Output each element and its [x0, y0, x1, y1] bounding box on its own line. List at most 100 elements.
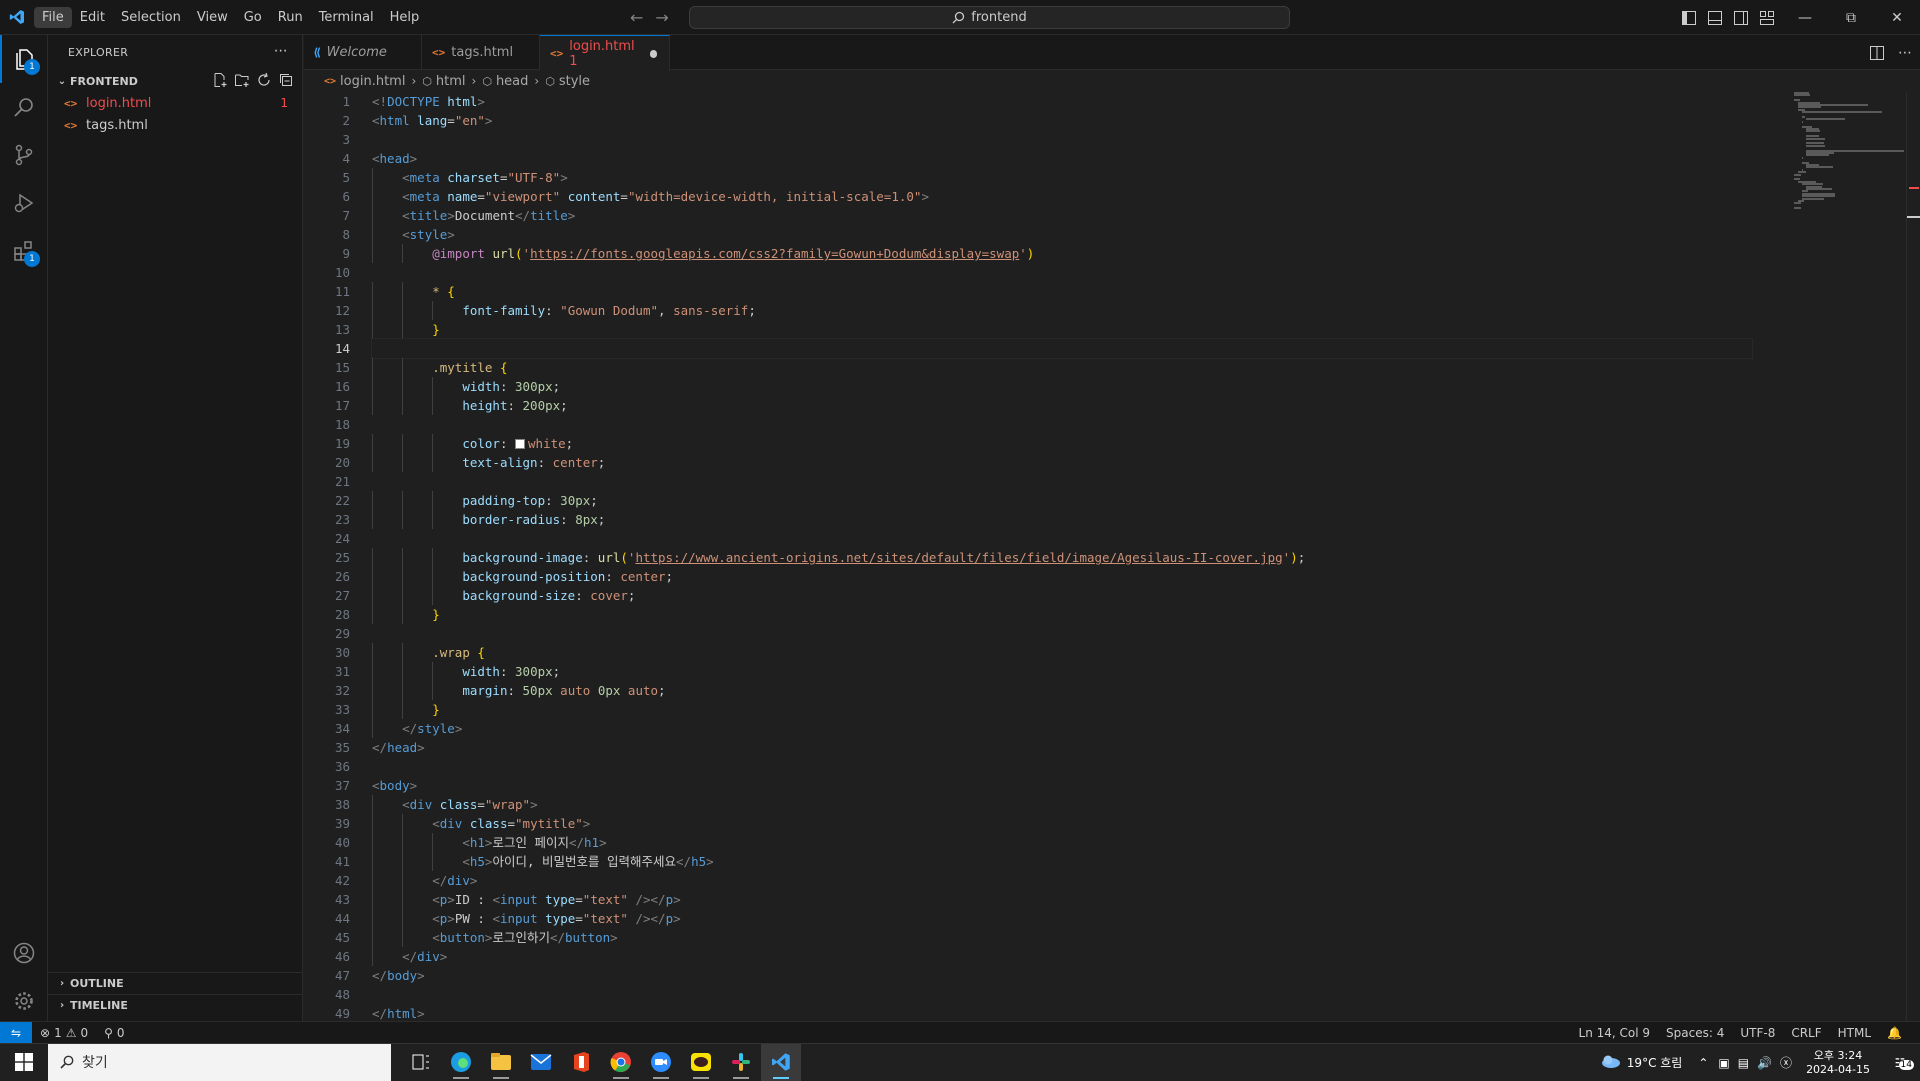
code-line[interactable]: * { [372, 282, 1772, 301]
split-editor-icon[interactable] [1870, 45, 1884, 60]
code-line[interactable]: <button>로그인하기</button> [372, 928, 1772, 947]
menu-selection[interactable]: Selection [113, 7, 189, 28]
remote-indicator-icon[interactable]: ⇋ [0, 1021, 32, 1044]
clock[interactable]: 오후 3:24 2024-04-15 [1806, 1049, 1870, 1077]
code-line[interactable] [372, 130, 1772, 149]
input-method-icon[interactable]: ⓧ [1780, 1054, 1792, 1071]
run-debug-icon[interactable] [0, 179, 48, 227]
forward-arrow-icon[interactable]: → [655, 8, 668, 27]
breadcrumb-style[interactable]: ⬡ style [545, 74, 590, 89]
code-line[interactable]: <p>ID : <input type="text" /></p> [372, 890, 1772, 909]
code-line[interactable]: </div> [372, 947, 1772, 966]
code-line[interactable]: <meta charset="UTF-8"> [372, 168, 1772, 187]
tab-tags-html[interactable]: <> tags.html [422, 35, 540, 70]
code-line[interactable]: } [372, 700, 1772, 719]
code-line[interactable] [372, 415, 1772, 434]
chrome-browser-icon[interactable] [601, 1044, 641, 1081]
code-line[interactable]: } [372, 605, 1772, 624]
code-line[interactable]: <body> [372, 776, 1772, 795]
windows-start-icon[interactable] [0, 1044, 48, 1081]
breadcrumb-head[interactable]: ⬡ head [482, 74, 528, 89]
menu-help[interactable]: Help [382, 7, 428, 28]
restore-icon[interactable]: ⧉ [1828, 0, 1874, 35]
code-line[interactable]: <div class="wrap"> [372, 795, 1772, 814]
code-line[interactable]: margin: 50px auto 0px auto; [372, 681, 1772, 700]
encoding[interactable]: UTF-8 [1732, 1026, 1783, 1040]
cloudy-weather-icon[interactable] [1599, 1054, 1621, 1071]
minimize-icon[interactable]: — [1782, 0, 1828, 35]
code-line[interactable]: </body> [372, 966, 1772, 985]
ports-indicator[interactable]: ⚲ 0 [96, 1026, 132, 1040]
language-mode[interactable]: HTML [1830, 1026, 1879, 1040]
code-line[interactable] [372, 985, 1772, 1004]
editor-scrollbar[interactable] [1906, 92, 1920, 1021]
code-line[interactable]: <!DOCTYPE html> [372, 92, 1772, 111]
volume-icon[interactable]: 🔊 [1757, 1056, 1772, 1070]
cursor-position[interactable]: Ln 14, Col 9 [1571, 1026, 1659, 1040]
code-line[interactable]: border-radius: 8px; [372, 510, 1772, 529]
outline-section-header[interactable]: › OUTLINE [48, 972, 302, 994]
code-line[interactable] [372, 757, 1772, 776]
timeline-section-header[interactable]: › TIMELINE [48, 994, 302, 1016]
code-line[interactable]: background-size: cover; [372, 586, 1772, 605]
command-center[interactable]: frontend [689, 6, 1290, 29]
breadcrumb-html[interactable]: ⬡ html [422, 74, 465, 89]
menu-file[interactable]: File [34, 6, 72, 28]
code-line[interactable]: color: white; [372, 434, 1772, 453]
kakaotalk-icon[interactable] [681, 1044, 721, 1081]
code-line[interactable]: } [372, 320, 1772, 339]
code-line[interactable]: <h5>아이디, 비밀번호를 입력해주세요</h5> [372, 852, 1772, 871]
menu-view[interactable]: View [189, 7, 236, 28]
code-line[interactable]: </head> [372, 738, 1772, 757]
menu-terminal[interactable]: Terminal [311, 7, 382, 28]
line-endings[interactable]: CRLF [1783, 1026, 1829, 1040]
breadcrumb-file[interactable]: <> login.html [324, 74, 405, 89]
camera-icon[interactable]: ▣ [1718, 1056, 1729, 1070]
more-actions-icon[interactable]: ⋯ [1898, 45, 1912, 61]
code-line[interactable]: </style> [372, 719, 1772, 738]
unsaved-dot-icon[interactable] [650, 49, 657, 58]
task-view-icon[interactable] [401, 1044, 441, 1081]
code-line[interactable]: <style> [372, 225, 1772, 244]
code-line[interactable]: <h1>로그인 페이지</h1> [372, 833, 1772, 852]
code-line[interactable]: <meta name="viewport" content="width=dev… [372, 187, 1772, 206]
refresh-icon[interactable] [256, 72, 272, 88]
code-line[interactable]: <title>Document</title> [372, 206, 1772, 225]
code-area[interactable]: <!DOCTYPE html> <html lang="en"> <head> <m… [371, 92, 1772, 1021]
settings-gear-icon[interactable] [0, 977, 48, 1025]
close-icon[interactable]: ✕ [1874, 0, 1920, 35]
file-item-tags[interactable]: <> tags.html [48, 114, 302, 136]
edge-browser-icon[interactable] [441, 1044, 481, 1081]
new-folder-icon[interactable] [234, 72, 250, 88]
code-line[interactable]: <head> [372, 149, 1772, 168]
tab-login-html[interactable]: <> login.html 1 [540, 35, 670, 71]
notifications-bell-icon[interactable]: 🔔 [1879, 1026, 1910, 1040]
code-line[interactable]: <html lang="en"> [372, 111, 1772, 130]
back-arrow-icon[interactable]: ← [630, 8, 643, 27]
explorer-icon[interactable]: 1 [0, 35, 48, 83]
problems-indicator[interactable]: ⊗ 1 ⚠ 0 [32, 1026, 96, 1040]
indentation[interactable]: Spaces: 4 [1658, 1026, 1732, 1040]
code-line[interactable] [372, 624, 1772, 643]
customize-layout-icon[interactable] [1758, 9, 1776, 27]
code-line[interactable]: <p>PW : <input type="text" /></p> [372, 909, 1772, 928]
code-line[interactable] [372, 472, 1772, 491]
code-line[interactable]: </html> [372, 1004, 1772, 1021]
code-line[interactable]: background-position: center; [372, 567, 1772, 586]
zoom-app-icon[interactable] [641, 1044, 681, 1081]
file-explorer-icon[interactable] [481, 1044, 521, 1081]
code-line[interactable]: text-align: center; [372, 453, 1772, 472]
code-line[interactable]: width: 300px; [372, 662, 1772, 681]
new-file-icon[interactable] [212, 72, 228, 88]
code-line[interactable]: padding-top: 30px; [372, 491, 1772, 510]
weather-text[interactable]: 19°C 흐림 [1627, 1054, 1683, 1071]
code-editor[interactable]: 1 2 3 4 5 6 7 8 9 10 11 12 13 14 15 16 17 18 19 20 21 22 23 24 2… [304, 92, 1920, 1021]
code-line[interactable]: .mytitle { [372, 358, 1772, 377]
collapse-all-icon[interactable] [278, 72, 294, 88]
more-actions-icon[interactable]: ⋯ [274, 43, 288, 59]
code-line[interactable] [372, 263, 1772, 282]
folder-header-frontend[interactable]: ⌄ FRONTEND [48, 70, 302, 92]
code-line[interactable]: width: 300px; [372, 377, 1772, 396]
notification-center-icon[interactable]: ☷14 [1880, 1056, 1920, 1070]
code-line[interactable]: background-image: url('https://www.ancie… [372, 548, 1772, 567]
